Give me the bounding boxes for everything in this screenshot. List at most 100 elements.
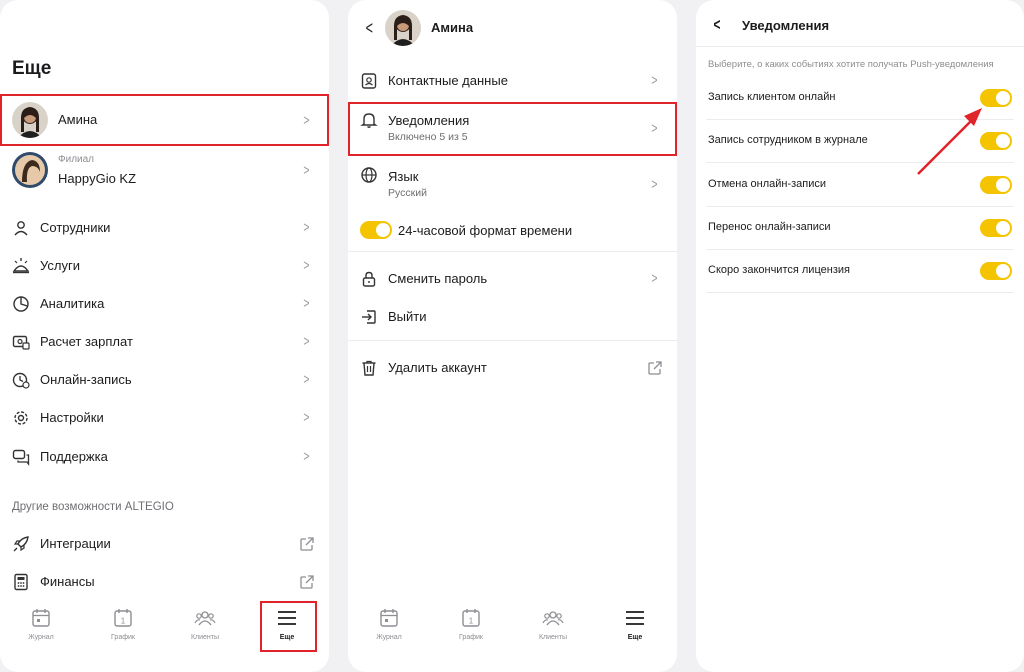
time-format-row[interactable]: 24-часовой формат времени [348, 216, 677, 246]
menu-item-label: Услуги [40, 258, 80, 273]
nav-label: Журнал [28, 634, 54, 641]
chevron-right-icon: > [303, 371, 310, 388]
menu-item-employees[interactable]: Сотрудники > [0, 209, 329, 247]
chevron-right-icon: > [651, 72, 658, 89]
menu-item-label: Сотрудники [40, 220, 111, 235]
language-value: Русский [388, 187, 427, 199]
menu-item-integrations[interactable]: Интеграции [0, 525, 329, 563]
notifications-panel: < Уведомления Выберите, о каких событиях… [696, 0, 1024, 672]
nav-label: Клиенты [538, 634, 568, 641]
delete-account-row[interactable]: Удалить аккаунт [348, 349, 677, 387]
nav-journal[interactable]: Журнал [359, 607, 419, 641]
nav-schedule[interactable]: 1 График [441, 607, 501, 641]
contacts-label: Контактные данные [388, 73, 508, 88]
notification-toggle[interactable] [980, 176, 1012, 194]
page-title: Еще [12, 58, 52, 79]
pie-chart-icon [13, 296, 29, 312]
page-title: Уведомления [742, 18, 830, 33]
menu-item-online-booking[interactable]: Онлайн-запись > [0, 361, 329, 399]
logout-label: Выйти [388, 309, 427, 324]
nav-label: Еще [627, 634, 643, 641]
notification-label: Скоро закончится лицензия [708, 264, 850, 276]
people-icon [194, 611, 216, 626]
red-arrow-annotation [917, 108, 982, 175]
services-icon [12, 258, 30, 274]
avatar [385, 10, 421, 46]
nav-journal[interactable]: Журнал [11, 607, 71, 641]
hint-text: Выберите, о каких событиях хотите получа… [708, 59, 994, 70]
nav-clients[interactable]: Клиенты [175, 607, 235, 641]
people-icon [542, 611, 564, 626]
notification-row[interactable]: Скоро закончится лицензия [706, 250, 1014, 293]
nav-more[interactable]: Еще [605, 607, 665, 641]
profile-panel: < Амина Контактные данные > Уведомления … [348, 0, 677, 672]
logout-row[interactable]: Выйти [348, 298, 677, 336]
menu-item-label: Расчет зарплат [40, 334, 133, 349]
chevron-right-icon: > [651, 270, 658, 287]
change-password-label: Сменить пароль [388, 271, 488, 286]
highlight-frame [348, 102, 677, 156]
logout-icon [362, 310, 376, 324]
menu-item-services[interactable]: Услуги > [0, 247, 329, 285]
chevron-right-icon: > [303, 219, 310, 236]
calendar-grid-icon [380, 609, 398, 627]
nav-label: График [111, 634, 135, 641]
menu-item-label: Онлайн-запись [40, 372, 132, 387]
nav-schedule[interactable]: 1 График [93, 607, 153, 641]
change-password-row[interactable]: Сменить пароль > [348, 260, 677, 298]
divider [348, 251, 677, 252]
menu-item-finance[interactable]: Финансы [0, 563, 329, 601]
person-icon [14, 221, 28, 236]
chevron-right-icon: > [303, 295, 310, 312]
menu-item-settings[interactable]: Настройки > [0, 399, 329, 437]
menu-item-label: Аналитика [40, 296, 105, 311]
external-link-icon [300, 537, 314, 551]
globe-icon [361, 167, 377, 183]
menu-item-label: Интеграции [40, 536, 111, 551]
section-title: Другие возможности ALTEGIO [12, 501, 174, 513]
external-link-icon [300, 575, 314, 589]
trash-icon [362, 360, 376, 376]
divider [696, 46, 1024, 47]
language-label: Язык [388, 169, 419, 184]
more-panel: Еще Амина > Филиал HappyGio KZ > Сотрудн… [0, 0, 329, 672]
chevron-right-icon: > [303, 448, 310, 465]
menu-item-label: Настройки [40, 410, 104, 425]
branch-logo [12, 152, 48, 188]
nav-label: Клиенты [190, 634, 220, 641]
highlight-frame [0, 94, 329, 146]
branch-row[interactable]: Филиал HappyGio KZ > [0, 148, 329, 194]
highlight-frame [260, 601, 317, 652]
chat-icon [12, 449, 30, 466]
back-chevron-icon[interactable]: < [713, 15, 720, 35]
online-booking-icon [12, 372, 30, 389]
menu-item-label: Финансы [40, 574, 95, 589]
notification-toggle[interactable] [980, 262, 1012, 280]
notification-label: Перенос онлайн-записи [708, 221, 831, 233]
gear-icon [14, 411, 28, 425]
branch-label: Филиал [58, 154, 95, 165]
svg-text:1: 1 [469, 617, 474, 626]
time-format-toggle[interactable] [360, 221, 392, 239]
chevron-right-icon: > [303, 409, 310, 426]
lock-icon [362, 271, 376, 287]
menu-item-analytics[interactable]: Аналитика > [0, 285, 329, 323]
nav-label: Журнал [376, 634, 402, 641]
language-row[interactable]: Язык Русский > [348, 160, 677, 206]
divider [348, 340, 677, 341]
notification-row[interactable]: Перенос онлайн-записи [706, 207, 1014, 250]
back-chevron-icon[interactable]: < [366, 18, 373, 39]
calendar-grid-icon [32, 609, 50, 627]
chevron-right-icon: > [303, 257, 310, 274]
payroll-icon [12, 335, 30, 350]
menu-item-payroll[interactable]: Расчет зарплат > [0, 323, 329, 361]
menu-item-support[interactable]: Поддержка > [0, 438, 329, 476]
nav-clients[interactable]: Клиенты [523, 607, 583, 641]
branch-name: HappyGio KZ [58, 171, 137, 186]
notification-toggle[interactable] [980, 219, 1012, 237]
chevron-right-icon: > [303, 333, 310, 350]
svg-text:1: 1 [121, 617, 126, 626]
menu-item-label: Поддержка [40, 449, 108, 464]
calendar-day-icon: 1 [462, 609, 480, 627]
contacts-row[interactable]: Контактные данные > [348, 62, 677, 100]
